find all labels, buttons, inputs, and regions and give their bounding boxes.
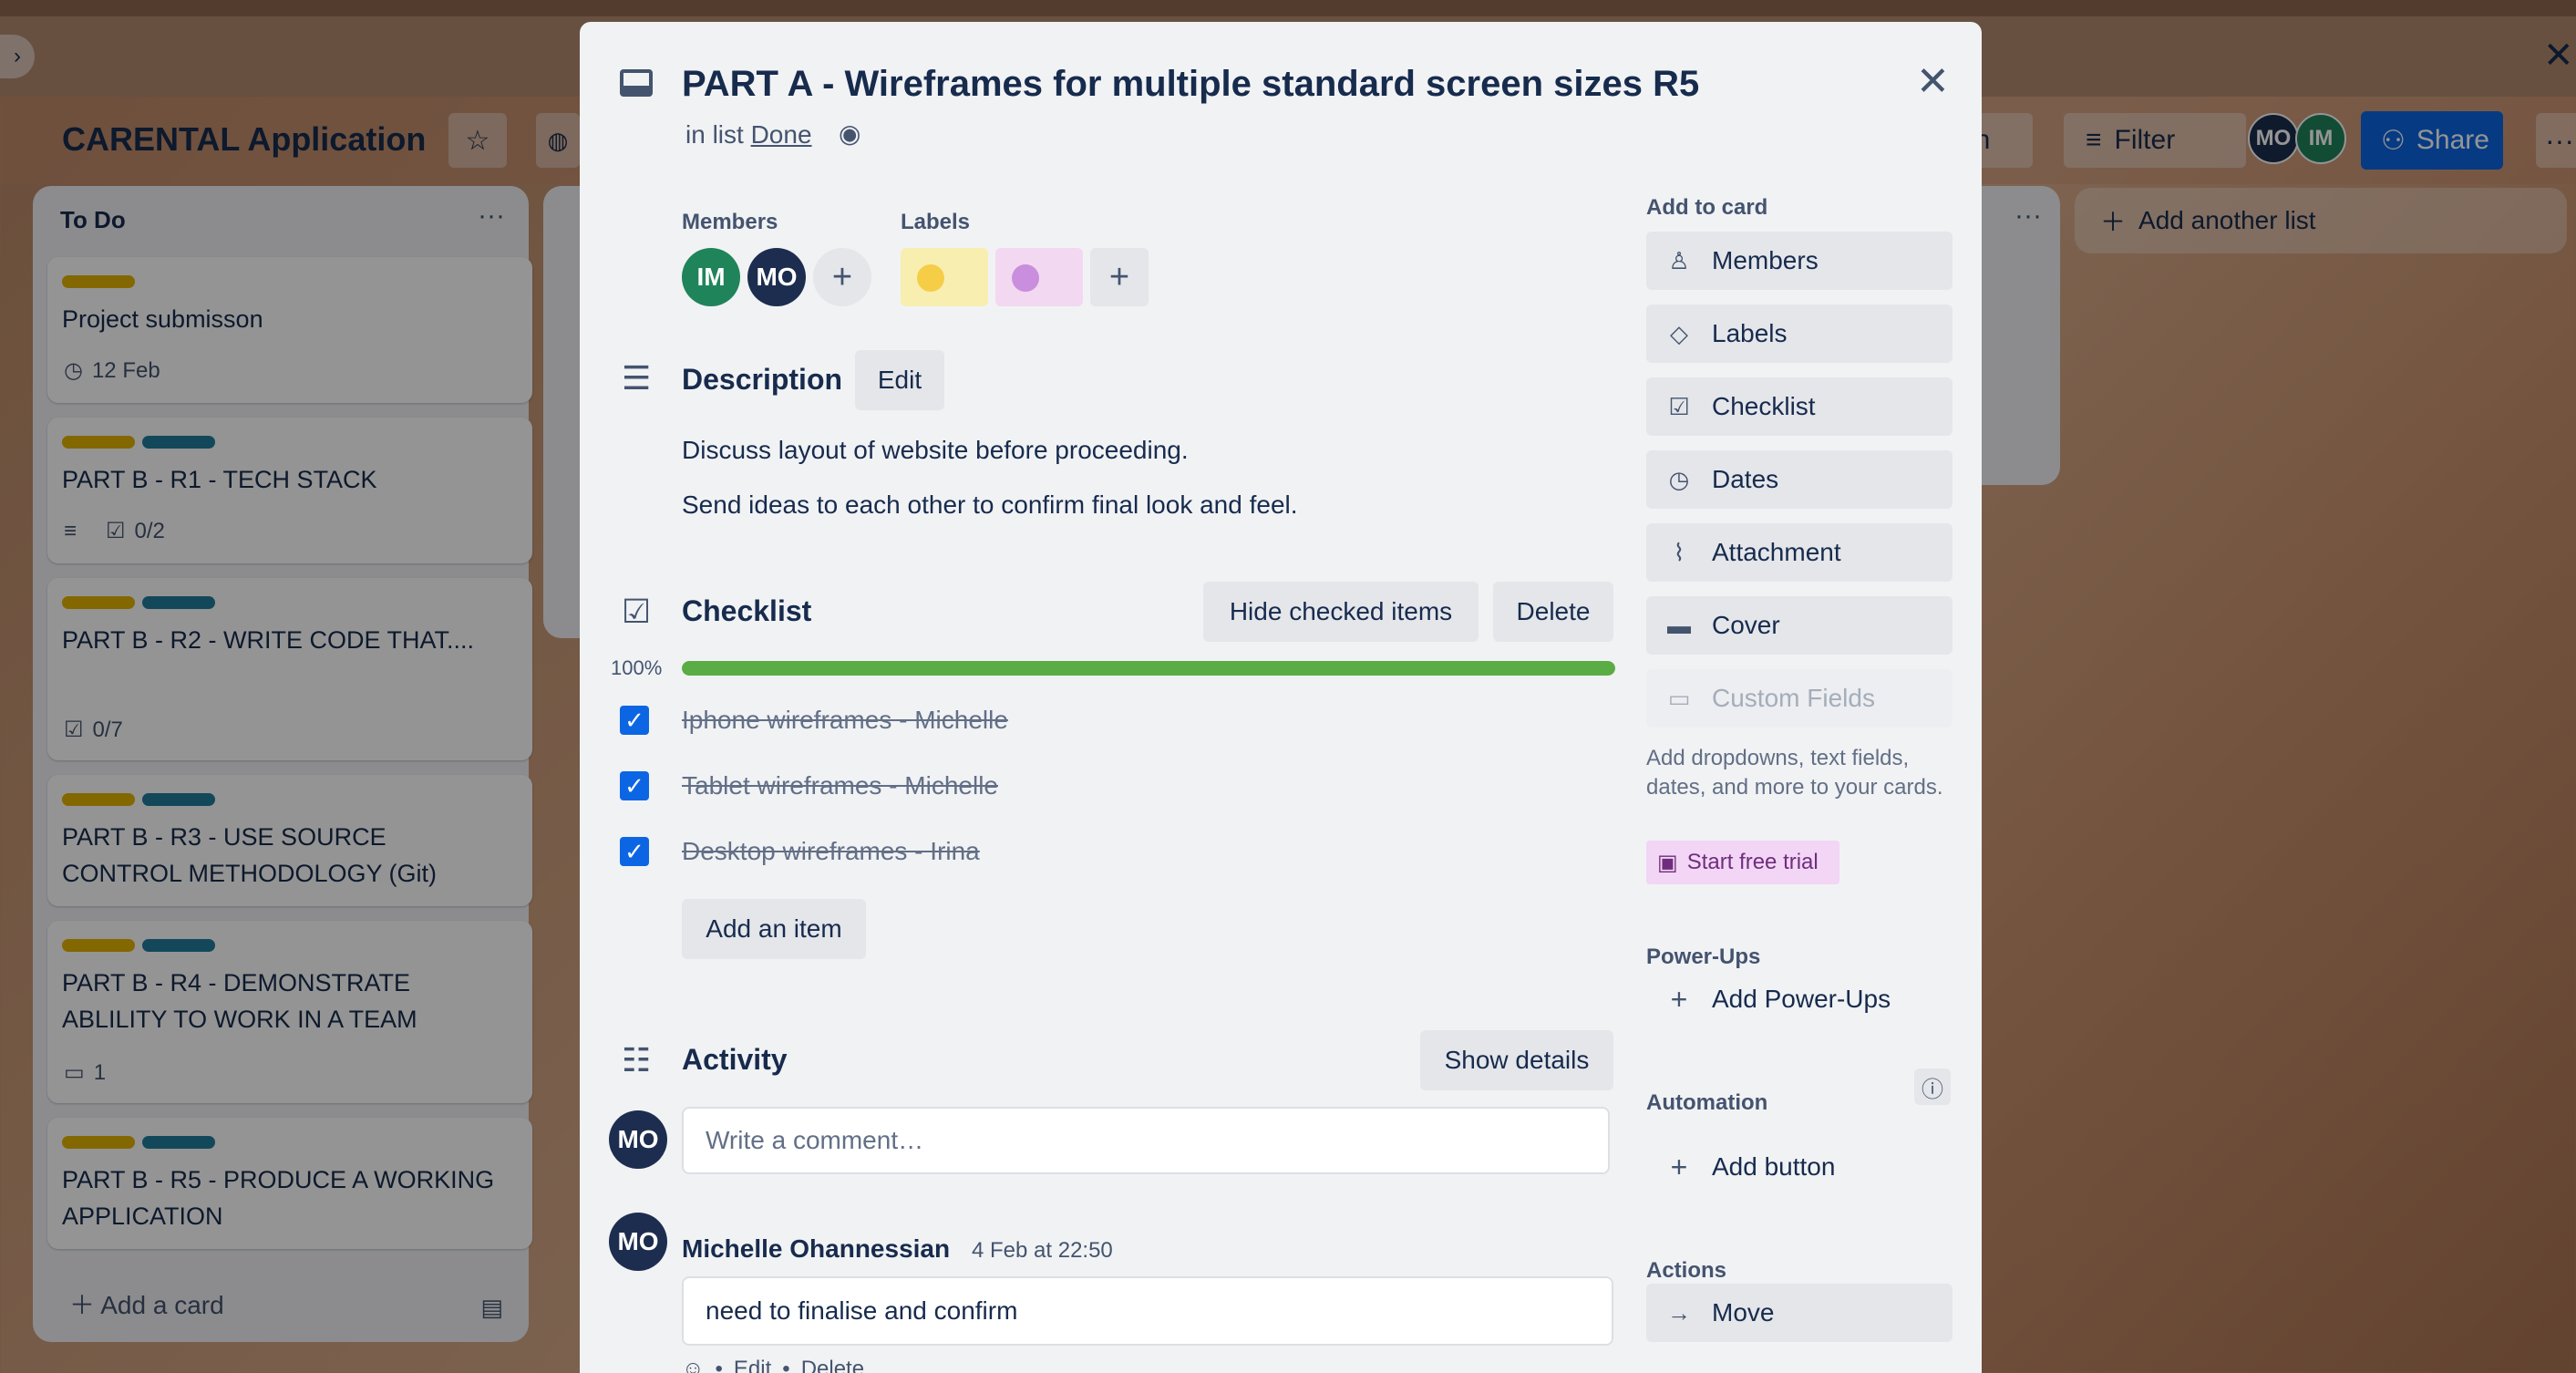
checklist-item-text[interactable]: Iphone wireframes - Michelle xyxy=(682,706,1008,735)
members-label: Members xyxy=(682,210,778,234)
paperclip-icon: ⌇ xyxy=(1673,538,1685,566)
checklist-item-text[interactable]: Tablet wireframes - Michelle xyxy=(682,771,998,800)
avatar[interactable]: IM xyxy=(682,248,740,306)
checklist-item[interactable]: ✓ Desktop wireframes - Irina xyxy=(620,833,980,870)
edit-comment-link[interactable]: Edit xyxy=(734,1357,771,1373)
card-title[interactable]: PART A - Wireframes for multiple standar… xyxy=(682,64,1699,105)
sidebar-members-button[interactable]: ♙ Members xyxy=(1646,232,1953,290)
powerups-label: Power-Ups xyxy=(1646,945,1761,969)
activity-icon: ☷ xyxy=(622,1041,652,1079)
card-label-purple[interactable] xyxy=(995,248,1083,306)
card-detail-modal: PART A - Wireframes for multiple standar… xyxy=(580,22,1982,1373)
checklist-item[interactable]: ✓ Tablet wireframes - Michelle xyxy=(620,768,998,804)
clock-icon: ◷ xyxy=(1668,465,1690,493)
comment-actions: ☺ • Edit • Delete xyxy=(682,1357,864,1373)
move-button-label: Move xyxy=(1712,1298,1775,1327)
checklist-icon: ☑ xyxy=(622,593,652,630)
avatar[interactable]: MO xyxy=(747,248,806,306)
checklist-icon: ☑ xyxy=(1668,392,1690,420)
sidebar-button-label: Members xyxy=(1712,246,1819,274)
checklist-progress-label: 100% xyxy=(611,656,663,679)
description-title: Description xyxy=(682,363,843,396)
show-details-button[interactable]: Show details xyxy=(1420,1030,1613,1090)
add-powerups-label: Add Power-Ups xyxy=(1712,985,1891,1013)
activity-title: Activity xyxy=(682,1043,788,1076)
move-button[interactable]: → Move xyxy=(1646,1284,1953,1342)
add-label-button[interactable]: + xyxy=(1090,248,1149,306)
description-icon: ☰ xyxy=(622,359,652,397)
add-powerups-button[interactable]: + Add Power-Ups xyxy=(1646,970,1953,1028)
plus-icon: + xyxy=(1670,982,1688,1016)
label-dot xyxy=(917,264,944,292)
labels-label: Labels xyxy=(901,210,971,234)
sidebar-custom-fields-button[interactable]: ▭ Custom Fields xyxy=(1646,669,1953,728)
trial-button-label: Start free trial xyxy=(1686,850,1819,874)
checklist-item[interactable]: ✓ Iphone wireframes - Michelle xyxy=(620,702,1008,738)
checkbox[interactable]: ✓ xyxy=(620,771,649,800)
comment-text: need to finalise and confirm xyxy=(682,1276,1613,1346)
delete-comment-link[interactable]: Delete xyxy=(801,1357,864,1373)
custom-fields-note: Add dropdowns, text fields, dates, and m… xyxy=(1646,746,1943,800)
description-line: Discuss layout of website before proceed… xyxy=(682,436,1189,464)
sidebar-button-label: Checklist xyxy=(1712,392,1816,420)
list-link[interactable]: Done xyxy=(751,120,812,149)
hide-checked-items-button[interactable]: Hide checked items xyxy=(1203,582,1479,642)
card-list-info: in list Done xyxy=(685,120,812,150)
avatar[interactable]: MO xyxy=(609,1213,667,1271)
add-button-label: Add button xyxy=(1712,1152,1836,1181)
sidebar-dates-button[interactable]: ◷ Dates xyxy=(1646,450,1953,509)
custom-fields-icon: ▭ xyxy=(1667,684,1691,712)
sidebar-cover-button[interactable]: ▬ Cover xyxy=(1646,596,1953,655)
avatar[interactable]: MO xyxy=(609,1110,667,1169)
sidebar-checklist-button[interactable]: ☑ Checklist xyxy=(1646,377,1953,436)
comment-author[interactable]: Michelle Ohannessian xyxy=(682,1234,950,1264)
add-member-button[interactable]: + xyxy=(813,248,871,306)
add-automation-button[interactable]: + Add button xyxy=(1646,1138,1953,1196)
edit-description-button[interactable]: Edit xyxy=(855,350,944,410)
emoji-reaction-icon[interactable]: ☺ xyxy=(682,1357,705,1373)
comment-input[interactable]: Write a comment… xyxy=(682,1107,1610,1174)
description-line: Send ideas to each other to confirm fina… xyxy=(682,490,1298,519)
sidebar-button-label: Custom Fields xyxy=(1712,684,1875,712)
checkbox[interactable]: ✓ xyxy=(620,837,649,866)
checklist-progress-fill xyxy=(682,661,1615,676)
actions-label: Actions xyxy=(1646,1258,1727,1283)
plus-icon: + xyxy=(1108,257,1130,296)
add-to-card-label: Add to card xyxy=(1646,195,1768,220)
sidebar-button-label: Dates xyxy=(1712,465,1779,493)
add-checklist-item-button[interactable]: Add an item xyxy=(682,899,866,959)
card-icon xyxy=(620,69,653,97)
person-icon: ♙ xyxy=(1668,246,1690,274)
automation-label: Automation xyxy=(1646,1090,1768,1115)
checkbox[interactable]: ✓ xyxy=(620,706,649,735)
checklist-title: Checklist xyxy=(682,594,812,627)
arrow-right-icon: → xyxy=(1667,1298,1691,1327)
checklist-item-text[interactable]: Desktop wireframes - Irina xyxy=(682,837,980,866)
sidebar-button-label: Labels xyxy=(1712,319,1788,347)
checklist-progress-bar xyxy=(682,661,1615,676)
delete-checklist-button[interactable]: Delete xyxy=(1493,582,1613,642)
sidebar-button-label: Attachment xyxy=(1712,538,1841,566)
cover-icon: ▬ xyxy=(1667,611,1691,639)
comment-timestamp[interactable]: 4 Feb at 22:50 xyxy=(972,1238,1113,1264)
tag-icon: ◇ xyxy=(1670,319,1688,347)
plus-icon: + xyxy=(1670,1150,1688,1183)
sidebar-button-label: Cover xyxy=(1712,611,1780,639)
start-free-trial-button[interactable]: ▣ Start free trial xyxy=(1646,841,1839,884)
plus-icon: + xyxy=(831,257,853,296)
sidebar-labels-button[interactable]: ◇ Labels xyxy=(1646,305,1953,363)
card-label-yellow[interactable] xyxy=(901,248,988,306)
close-icon[interactable]: ✕ xyxy=(1916,58,1950,105)
label-dot xyxy=(1012,264,1039,292)
sidebar-attachment-button[interactable]: ⌇ Attachment xyxy=(1646,523,1953,582)
info-icon[interactable]: ⓘ xyxy=(1914,1068,1951,1105)
briefcase-icon: ▣ xyxy=(1657,850,1678,875)
in-list-prefix: in list xyxy=(685,120,744,149)
eye-icon: ◉ xyxy=(839,119,861,148)
